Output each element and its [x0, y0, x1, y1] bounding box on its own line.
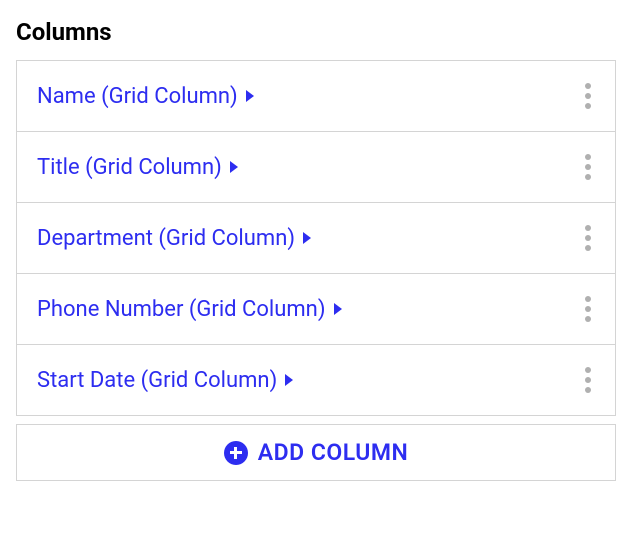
column-label: Phone Number (Grid Column): [37, 297, 326, 322]
more-options-button[interactable]: [579, 363, 597, 397]
column-label-wrap: Phone Number (Grid Column): [37, 297, 342, 322]
column-row[interactable]: Name (Grid Column): [17, 61, 615, 132]
caret-right-icon: [285, 374, 293, 386]
dots-vertical-icon: [585, 154, 591, 160]
section-title: Columns: [16, 18, 616, 46]
add-column-label: ADD COLUMN: [258, 439, 408, 466]
add-column-inner: ADD COLUMN: [224, 439, 408, 466]
more-options-button[interactable]: [579, 150, 597, 184]
dots-vertical-icon: [585, 225, 591, 231]
column-label: Start Date (Grid Column): [37, 368, 277, 393]
column-label-wrap: Start Date (Grid Column): [37, 368, 293, 393]
caret-right-icon: [334, 303, 342, 315]
column-label: Department (Grid Column): [37, 226, 295, 251]
more-options-button[interactable]: [579, 79, 597, 113]
column-row[interactable]: Title (Grid Column): [17, 132, 615, 203]
column-label-wrap: Title (Grid Column): [37, 155, 238, 180]
dots-vertical-icon: [585, 367, 591, 373]
column-label: Name (Grid Column): [37, 84, 238, 109]
caret-right-icon: [230, 161, 238, 173]
column-row[interactable]: Department (Grid Column): [17, 203, 615, 274]
plus-circle-icon: [224, 441, 248, 465]
column-row[interactable]: Start Date (Grid Column): [17, 345, 615, 415]
caret-right-icon: [246, 90, 254, 102]
column-label-wrap: Department (Grid Column): [37, 226, 311, 251]
caret-right-icon: [303, 232, 311, 244]
more-options-button[interactable]: [579, 221, 597, 255]
column-label: Title (Grid Column): [37, 155, 222, 180]
columns-list: Name (Grid Column) Title (Grid Column) D…: [16, 60, 616, 416]
more-options-button[interactable]: [579, 292, 597, 326]
dots-vertical-icon: [585, 296, 591, 302]
column-label-wrap: Name (Grid Column): [37, 84, 254, 109]
column-row[interactable]: Phone Number (Grid Column): [17, 274, 615, 345]
dots-vertical-icon: [585, 83, 591, 89]
add-column-button[interactable]: ADD COLUMN: [16, 424, 616, 481]
